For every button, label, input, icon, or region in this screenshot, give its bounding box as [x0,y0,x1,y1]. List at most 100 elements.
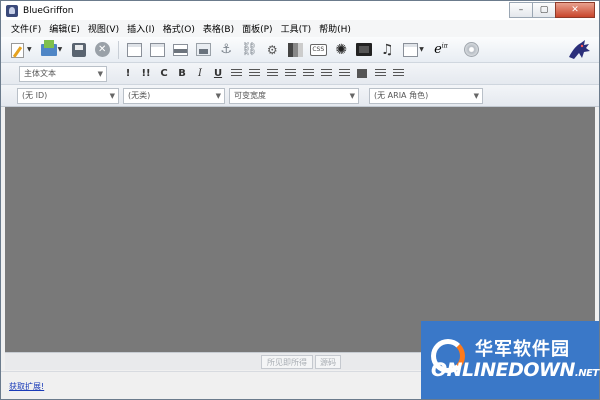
indent-more-button[interactable] [371,66,389,82]
editor-canvas[interactable] [5,107,595,352]
width-select-value: 可变宽度 [234,91,266,100]
chevron-down-icon: ▼ [349,91,355,100]
underline-button[interactable]: U [209,66,227,82]
insert-panel-alt-button[interactable] [146,40,168,60]
math-label: e [434,42,442,57]
id-select[interactable]: (无 ID) ▼ [17,87,119,104]
table-icon [287,42,303,57]
strong-emphasis-button[interactable]: !! [137,66,155,82]
watermark-overlay: 华军软件园 ONLINEDOWN.NET [421,321,599,399]
watermark-en-main: ONLINEDOWN [431,359,575,381]
emphasis-button[interactable]: ! [119,66,137,82]
insert-table-button[interactable] [284,40,306,60]
attributes-toolbar: (无 ID) ▼ (无类) ▼ 可变宽度 ▼ (无 ARIA 角色) ▼ [1,85,599,107]
bullet-list-icon [230,69,242,78]
menu-table[interactable]: 表格(B) [199,22,238,35]
wysiwyg-mode-button[interactable]: 所见即所得 [261,355,313,369]
paragraph-style-value: 主体文本 [24,69,56,78]
open-file-button[interactable] [38,39,60,60]
menu-format[interactable]: 格式(O) [159,22,199,35]
close-document-button[interactable]: ✕ [91,40,113,60]
chevron-down-icon: ▼ [473,91,479,100]
indent-icon [284,69,296,78]
insert-math-button[interactable]: eiπ [430,40,452,60]
outdent-button[interactable] [263,66,281,82]
page-button[interactable] [399,40,421,60]
chevron-down-icon: ▼ [97,69,103,78]
page-dropdown-icon[interactable]: ▼ [419,46,424,53]
css-icon: CSS [309,43,327,56]
page-icon [402,42,418,57]
aria-role-select[interactable]: (无 ARIA 角色) ▼ [369,87,483,104]
dragon-logo-icon [569,40,590,59]
watermark-cn-text: 华军软件园 [475,339,570,360]
new-document-button[interactable] [7,40,29,60]
indent-more-icon [374,69,386,78]
new-document-icon [10,42,26,58]
bullet-list-button[interactable] [227,66,245,82]
open-file-dropdown-icon[interactable]: ▼ [58,46,63,53]
bold-button[interactable]: B [173,66,191,82]
close-window-button[interactable]: ✕ [555,2,595,18]
align-center-button[interactable] [317,66,335,82]
watermark-en-text: ONLINEDOWN.NET [431,359,599,381]
insert-audio-button[interactable]: ♫ [376,40,398,60]
audio-icon: ♫ [380,41,394,58]
open-file-icon [40,39,57,56]
chevron-down-icon: ▼ [109,91,115,100]
code-button[interactable]: C [155,66,173,82]
align-left-button[interactable] [299,66,317,82]
disc-button[interactable] [461,40,483,60]
math-sup: iπ [441,42,448,50]
window-title: BlueGriffon [23,5,74,16]
source-mode-button[interactable]: 源码 [315,355,341,369]
settings-button[interactable]: ✺ [330,40,352,60]
chevron-down-icon: ▼ [215,91,221,100]
align-right-button[interactable] [335,66,353,82]
menu-bar: 文件(F) 编辑(E) 视图(V) 插入(I) 格式(O) 表格(B) 面板(P… [1,20,599,37]
menu-help[interactable]: 帮助(H) [315,22,355,35]
app-logo-icon [6,4,18,17]
indent-button[interactable] [281,66,299,82]
insert-anchor-button[interactable]: ⚓ [215,40,237,60]
italic-button[interactable]: I [191,66,209,82]
anchor-icon: ⚓ [220,42,233,57]
save-button[interactable] [68,40,90,60]
maximize-button[interactable]: ▢ [532,2,556,18]
menu-insert[interactable]: 插入(I) [123,22,159,35]
align-center-icon [320,69,332,78]
new-document-dropdown-icon[interactable]: ▼ [27,46,32,53]
insert-hr-button[interactable] [169,40,191,60]
minimize-button[interactable]: – [509,2,533,18]
css-editor-button[interactable]: CSS [307,40,329,60]
disc-icon [464,42,480,57]
insert-image-button[interactable] [192,40,214,60]
width-select[interactable]: 可变宽度 ▼ [229,87,359,104]
title-bar: BlueGriffon – ▢ ✕ [1,1,599,20]
save-icon [72,42,87,57]
insert-form-button[interactable]: ⚙ [261,40,283,60]
video-icon [356,43,373,56]
horizontal-rule-icon [172,43,188,56]
numbered-list-button[interactable] [245,66,263,82]
indent-less-button[interactable] [389,66,407,82]
align-justify-button[interactable] [353,66,371,82]
math-icon: eiπ [434,42,448,57]
menu-tools[interactable]: 工具(T) [277,22,316,35]
menu-edit[interactable]: 编辑(E) [45,22,84,35]
panel-icon [126,42,142,57]
class-select[interactable]: (无类) ▼ [123,87,225,104]
insert-panel-button[interactable] [123,40,145,60]
get-extensions-link[interactable]: 获取扩展! [9,381,44,392]
insert-link-button[interactable]: ⛓ [238,40,260,60]
align-justify-icon [357,69,367,78]
main-toolbar: ▼ ▼ ✕ ⚓ ⛓ ⚙ CSS ✺ ♫ ▼ eiπ [1,37,599,63]
menu-view[interactable]: 视图(V) [84,22,123,35]
settings-icon: ✺ [335,41,348,58]
paragraph-style-select[interactable]: 主体文本 ▼ [19,65,107,82]
window-controls: – ▢ ✕ [509,2,595,18]
menu-panels[interactable]: 面板(P) [238,22,276,35]
insert-video-button[interactable] [353,40,375,60]
image-icon [195,43,211,56]
menu-file[interactable]: 文件(F) [7,22,45,35]
